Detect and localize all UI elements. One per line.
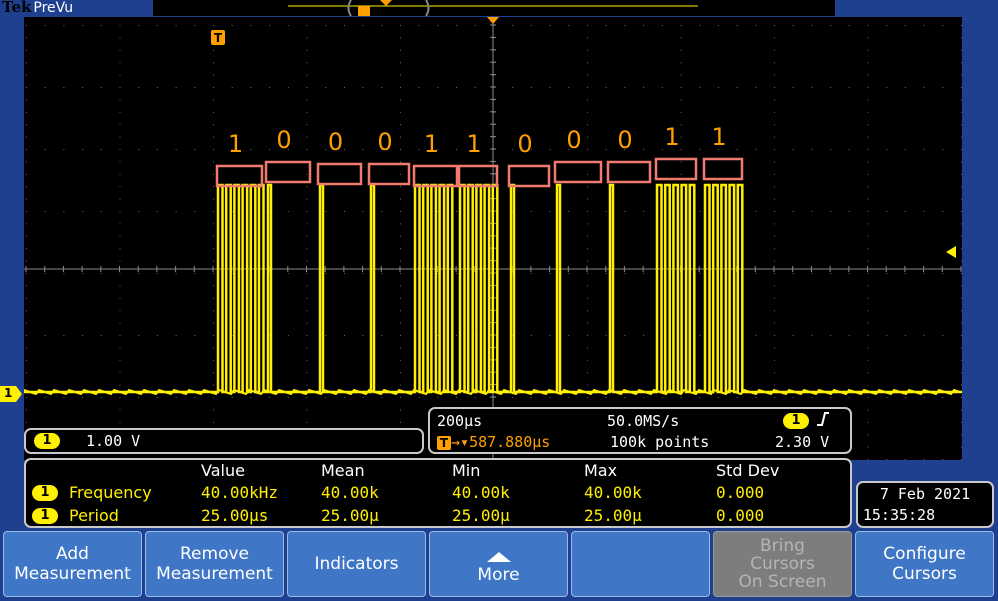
measurement-mean: 25.00µ [321, 506, 379, 525]
indicators-button[interactable]: Indicators [287, 531, 426, 597]
measurement-min: 40.00k [452, 483, 510, 502]
sample-rate: 50.0MS/s [607, 412, 680, 430]
measurement-table[interactable]: Value Mean Min Max Std Dev 1 Frequency 4… [24, 458, 852, 528]
waveform-display[interactable]: T10001100011 [24, 17, 962, 460]
bit-box [553, 160, 603, 184]
measurement-mean: 40.00k [321, 483, 379, 502]
bit-label: 0 [617, 126, 632, 154]
acquisition-readout[interactable]: 200µs 50.0MS/s 1 T →▾587.880µs 100k point… [428, 407, 852, 454]
more-button[interactable]: More [429, 531, 568, 597]
column-header: Std Dev [716, 461, 780, 480]
top-bar: Tek PreVu [0, 0, 998, 17]
bit-box [606, 160, 652, 184]
bit-label: 0 [377, 128, 392, 156]
horizontal-scale: 200µs [437, 412, 483, 430]
record-length: 100k points [610, 433, 710, 451]
time-text: 15:35:28 [862, 506, 936, 524]
rising-edge-icon [816, 411, 830, 427]
bring-cursors-on-screen-button[interactable]: Bring Cursors On Screen [713, 531, 852, 597]
column-header: Value [201, 461, 245, 480]
measurement-min: 25.00µ [452, 506, 510, 525]
bit-box [367, 162, 411, 186]
mode-label: PreVu [33, 0, 74, 16]
bit-box [215, 164, 264, 188]
trigger-position-marker [487, 17, 499, 24]
channel1-scale-readout[interactable]: 1 1.00 V [24, 428, 424, 454]
date-text: 7 Feb 2021 [879, 485, 971, 503]
trigger-position-value: 587.880µs [469, 433, 551, 451]
column-header: Max [584, 461, 618, 480]
indicators-label: Indicators [314, 554, 399, 574]
bit-box [654, 157, 698, 181]
bit-label: 1 [711, 123, 726, 151]
bit-label: 1 [424, 130, 439, 158]
channel1-scale: 1.00 V [86, 432, 141, 450]
waveform-trace [24, 183, 962, 394]
channel1-badge: 1 [34, 433, 60, 449]
empty-softkey[interactable] [571, 531, 710, 597]
trigger-level-marker[interactable] [946, 246, 960, 258]
trigger-position: T →▾587.880µs [437, 433, 550, 451]
trigger-level: 2.30 V [775, 433, 830, 451]
column-header: Min [452, 461, 481, 480]
bring-cursors-label: Bring Cursors On Screen [738, 536, 827, 592]
measurement-std: 0.000 [716, 483, 765, 502]
bit-box [316, 162, 363, 186]
add-measurement-label: Add Measurement [14, 544, 131, 584]
measurement-std: 0.000 [716, 506, 765, 525]
ground-marker-label: 1 [4, 386, 13, 400]
row-channel-badge: 1 [32, 485, 58, 501]
bit-box [457, 164, 499, 188]
measurement-max: 25.00µ [584, 506, 642, 525]
configure-cursors-label: Configure Cursors [883, 544, 966, 584]
bit-label: 0 [566, 126, 581, 154]
graticule: T1 0 0 0 1 1 0 0 0 1 1 [24, 17, 962, 460]
measurement-name: Frequency [69, 483, 152, 502]
bit-label: 1 [664, 123, 679, 151]
trigger-channel-badge: 1 [783, 413, 809, 429]
measurement-value: 40.00kHz [201, 483, 279, 502]
tek-logo: Tek [2, 0, 32, 16]
trigger-marker-label: T [214, 31, 223, 45]
measurement-value: 25.00µs [201, 506, 269, 525]
bit-box [507, 164, 551, 188]
bit-label: 0 [517, 130, 532, 158]
bit-box [264, 160, 312, 184]
bit-label: 0 [276, 126, 291, 154]
brand-logo: Tek PreVu [2, 0, 73, 16]
measurement-max: 40.00k [584, 483, 642, 502]
remove-measurement-label: Remove Measurement [156, 544, 273, 584]
column-header: Mean [321, 461, 365, 480]
bit-label: 1 [228, 130, 243, 158]
trigger-icon: T [437, 435, 451, 450]
bit-label: 0 [328, 128, 343, 156]
bit-box [702, 157, 744, 181]
bit-label: 1 [466, 130, 481, 158]
remove-measurement-button[interactable]: Remove Measurement [145, 531, 284, 597]
channel1-ground-marker[interactable]: 1 [0, 386, 22, 402]
more-label: More [477, 564, 520, 585]
configure-cursors-button[interactable]: Configure Cursors [855, 531, 994, 597]
date-time-display: 7 Feb 2021 15:35:28 [856, 481, 994, 528]
record-view[interactable] [153, 0, 835, 16]
bit-box [412, 164, 459, 188]
up-arrow-icon [486, 551, 511, 562]
add-measurement-button[interactable]: Add Measurement [3, 531, 142, 597]
measurement-name: Period [69, 506, 119, 525]
row-channel-badge: 1 [32, 508, 58, 524]
